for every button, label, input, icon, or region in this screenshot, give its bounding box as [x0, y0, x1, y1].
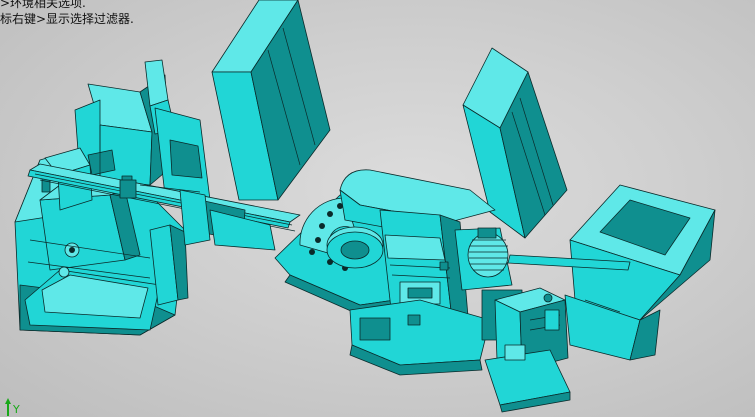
cad-viewport[interactable]: >环境相关选项. 标右键>显示选择过滤器. .f { fill:#21d6d6;…: [0, 0, 755, 417]
cad-model-scene[interactable]: .f { fill:#21d6d6; stroke:#0a2a2a; strok…: [0, 0, 755, 417]
left-cabinet[interactable]: [211, 0, 331, 201]
triad-y-arrow: [5, 398, 11, 404]
coordinate-triad: Y: [5, 398, 20, 416]
triad-y-label: Y: [12, 403, 20, 416]
hydraulic-unit[interactable]: [484, 287, 571, 413]
